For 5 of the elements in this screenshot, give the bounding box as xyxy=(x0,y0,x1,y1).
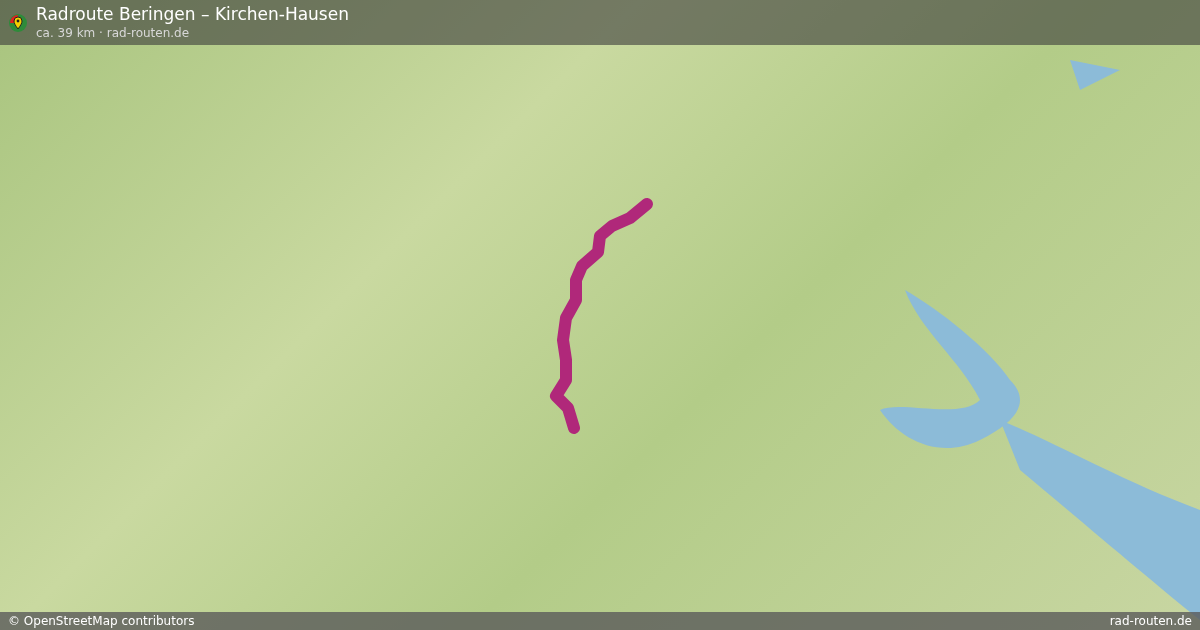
route-title: Radroute Beringen – Kirchen-Hausen xyxy=(36,4,349,26)
route-subtitle: ca. 39 km · rad-routen.de xyxy=(36,25,191,41)
site-name: rad-routen.de xyxy=(1109,613,1192,630)
attribution-text: © OpenStreetMap contributors xyxy=(8,613,195,630)
map-pin-icon xyxy=(8,12,28,33)
